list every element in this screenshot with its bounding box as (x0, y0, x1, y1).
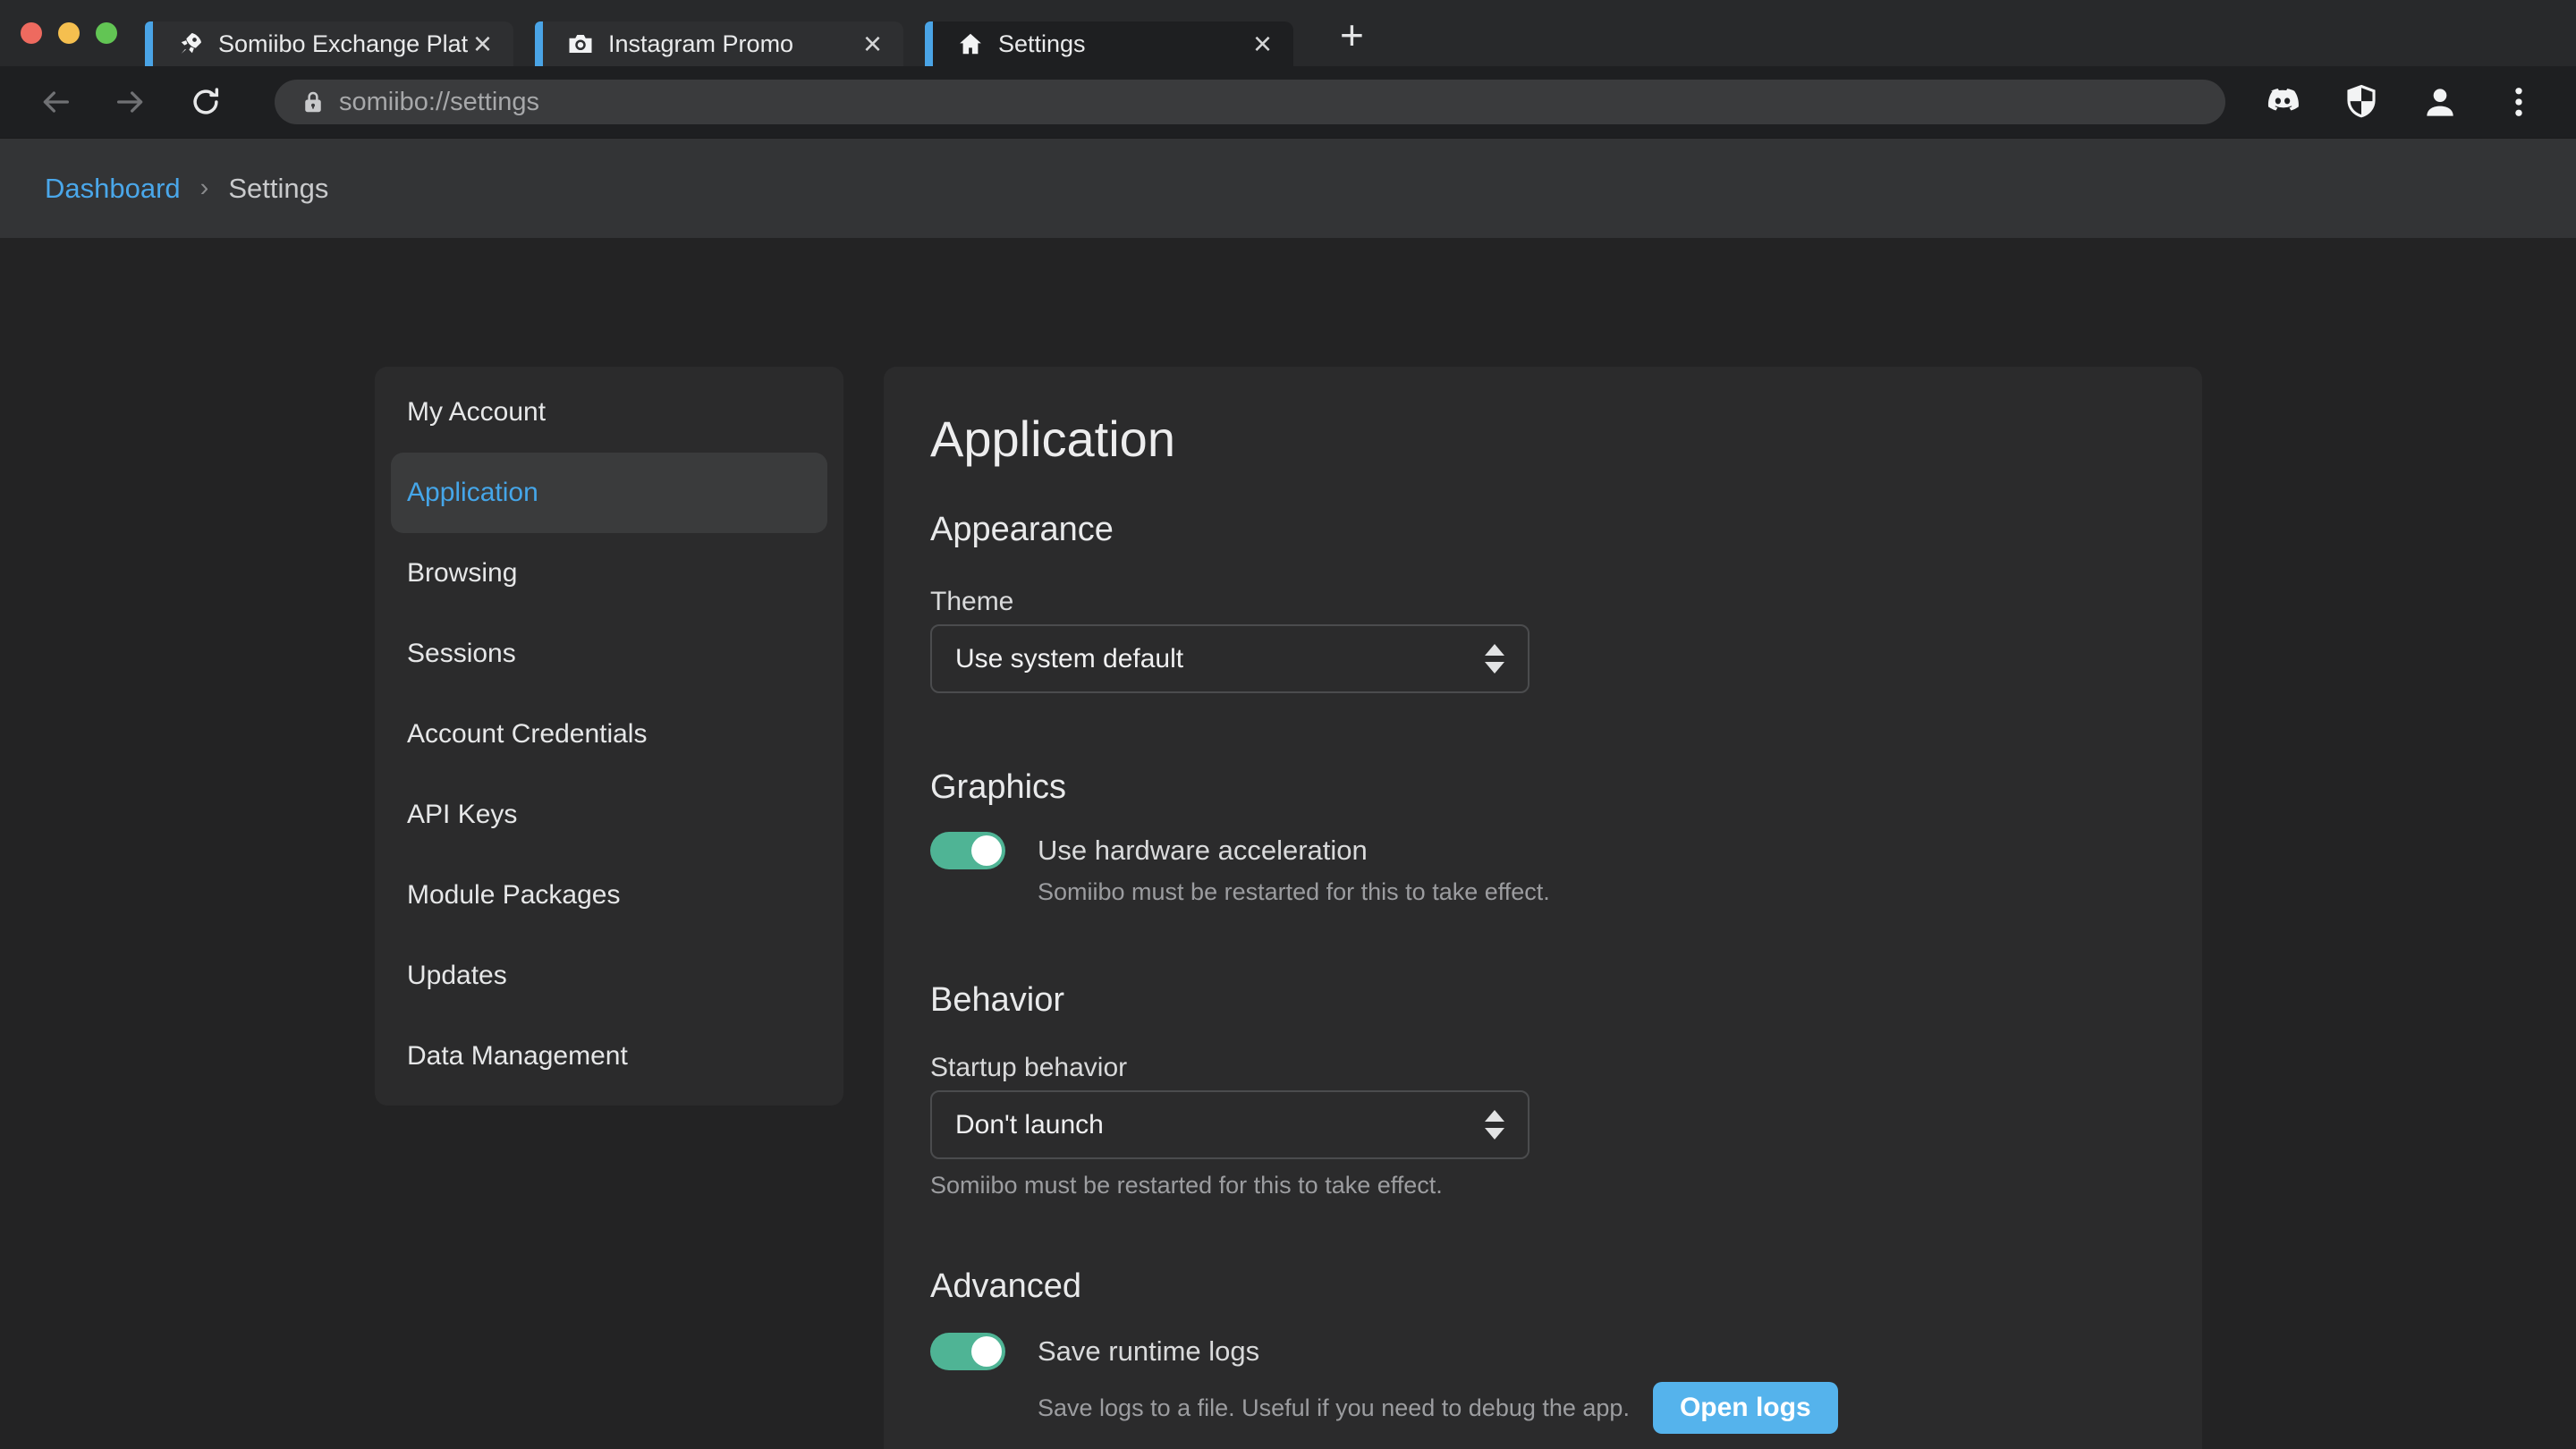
hardware-acceleration-label: Use hardware acceleration (1038, 835, 1368, 867)
tab-close-icon[interactable]: × (468, 30, 497, 57)
appearance-heading: Appearance (930, 510, 2152, 549)
application-settings-card: Application Appearance Theme Use system … (884, 367, 2202, 1449)
window-minimize-button[interactable] (58, 22, 80, 44)
window-close-button[interactable] (21, 22, 42, 44)
tab-strip: Somiibo Exchange Platform × Instagram Pr… (145, 11, 1373, 66)
breadcrumb-dashboard-link[interactable]: Dashboard (45, 173, 181, 205)
sidebar-item-browsing[interactable]: Browsing (391, 533, 827, 614)
sidebar-item-module-packages[interactable]: Module Packages (391, 855, 827, 936)
tab-close-icon[interactable]: × (858, 30, 887, 57)
tab-somiibo-exchange[interactable]: Somiibo Exchange Platform × (145, 21, 513, 66)
url-bar[interactable]: somiibo://settings (275, 80, 2225, 124)
theme-select-value: Use system default (955, 644, 1485, 674)
graphics-heading: Graphics (930, 767, 2152, 807)
toggle-knob (971, 1336, 1002, 1367)
theme-label: Theme (930, 586, 2152, 617)
select-arrows-icon (1485, 644, 1504, 674)
advanced-heading: Advanced (930, 1267, 2152, 1306)
startup-behavior-select[interactable]: Don't launch (930, 1090, 1530, 1159)
account-icon[interactable] (2419, 80, 2462, 123)
tab-instagram-promo[interactable]: Instagram Promo × (535, 21, 903, 66)
sidebar-item-application[interactable]: Application (391, 453, 827, 533)
discord-icon[interactable] (2261, 80, 2304, 123)
sidebar-item-sessions[interactable]: Sessions (391, 614, 827, 694)
sidebar-item-data-management[interactable]: Data Management (391, 1016, 827, 1097)
advanced-helper-text: Save logs to a file. Useful if you need … (1038, 1394, 1630, 1422)
startup-behavior-select-value: Don't launch (955, 1110, 1485, 1140)
breadcrumb: Dashboard › Settings (0, 138, 2576, 238)
save-runtime-logs-toggle[interactable] (930, 1333, 1005, 1370)
breadcrumb-separator: › (200, 174, 209, 203)
sidebar-item-updates[interactable]: Updates (391, 936, 827, 1016)
new-tab-button[interactable]: + (1331, 11, 1373, 59)
shield-icon[interactable] (2340, 80, 2383, 123)
menu-kebab-icon[interactable] (2497, 80, 2540, 123)
save-runtime-logs-row: Save runtime logs (930, 1333, 2152, 1370)
sidebar-item-my-account[interactable]: My Account (391, 372, 827, 453)
toggle-knob (971, 835, 1002, 866)
select-arrows-icon (1485, 1110, 1504, 1140)
camera-icon (567, 30, 594, 57)
reload-button[interactable] (186, 82, 225, 122)
url-text: somiibo://settings (339, 88, 539, 117)
hardware-acceleration-toggle[interactable] (930, 832, 1005, 869)
advanced-helper-row: Save logs to a file. Useful if you need … (1038, 1382, 2152, 1434)
sidebar-item-api-keys[interactable]: API Keys (391, 775, 827, 855)
behavior-heading: Behavior (930, 980, 2152, 1020)
settings-sidebar: My Account Application Browsing Sessions… (375, 367, 843, 1106)
behavior-helper-text: Somiibo must be restarted for this to ta… (930, 1172, 2152, 1199)
open-logs-button[interactable]: Open logs (1653, 1382, 1838, 1434)
tab-settings[interactable]: Settings × (925, 21, 1293, 66)
lock-icon (300, 89, 326, 115)
tab-title: Somiibo Exchange Platform (218, 30, 468, 58)
hardware-acceleration-row: Use hardware acceleration (930, 832, 2152, 869)
settings-page: My Account Application Browsing Sessions… (0, 238, 2576, 1449)
page-title: Application (930, 410, 2152, 468)
window-zoom-button[interactable] (96, 22, 117, 44)
titlebar: Somiibo Exchange Platform × Instagram Pr… (0, 0, 2576, 66)
rocket-icon (177, 30, 204, 57)
tab-title: Settings (998, 30, 1248, 58)
window-controls (21, 22, 117, 44)
sidebar-item-account-credentials[interactable]: Account Credentials (391, 694, 827, 775)
graphics-helper-text: Somiibo must be restarted for this to ta… (1038, 878, 2152, 906)
breadcrumb-current: Settings (228, 173, 328, 205)
browser-toolbar: somiibo://settings (0, 66, 2576, 138)
home-icon (957, 30, 984, 57)
tab-title: Instagram Promo (608, 30, 858, 58)
startup-behavior-label: Startup behavior (930, 1052, 2152, 1083)
forward-button[interactable] (111, 82, 150, 122)
theme-select[interactable]: Use system default (930, 624, 1530, 693)
back-button[interactable] (36, 82, 75, 122)
tab-close-icon[interactable]: × (1248, 30, 1277, 57)
save-runtime-logs-label: Save runtime logs (1038, 1335, 1259, 1368)
